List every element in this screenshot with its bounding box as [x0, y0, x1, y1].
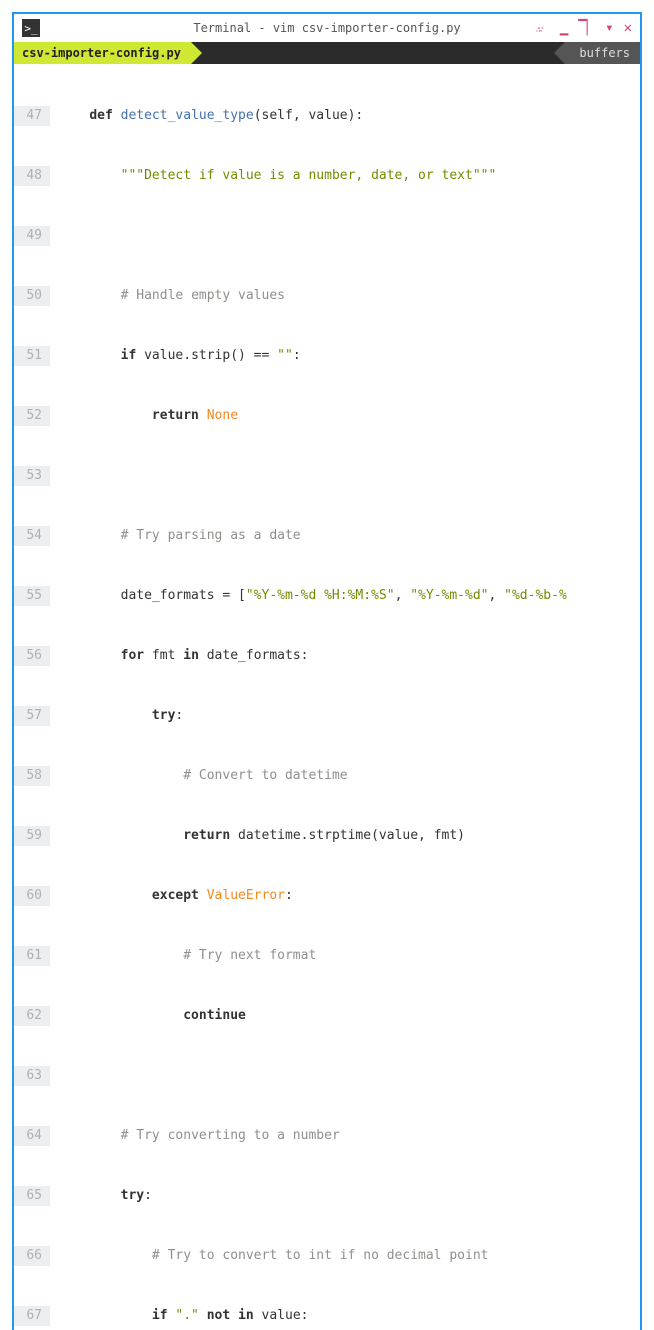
- line-number: 64: [14, 1126, 50, 1146]
- code-line: 47 def detect_value_type(self, value):: [14, 106, 640, 126]
- titlebar: >_ Terminal - vim csv-importer-config.py…: [14, 14, 640, 42]
- line-number: 52: [14, 406, 50, 426]
- tab-active-file[interactable]: csv-importer-config.py: [14, 42, 191, 64]
- line-number: 57: [14, 706, 50, 726]
- code-line: 57 try:: [14, 706, 640, 726]
- line-number: 66: [14, 1246, 50, 1266]
- line-number: 59: [14, 826, 50, 846]
- line-number: 65: [14, 1186, 50, 1206]
- line-number: 56: [14, 646, 50, 666]
- editor-viewport[interactable]: 47 def detect_value_type(self, value): 4…: [14, 64, 640, 1330]
- code-line: 62 continue: [14, 1006, 640, 1026]
- code-line: 59 return datetime.strptime(value, fmt): [14, 826, 640, 846]
- tab-buffers-label[interactable]: buffers: [565, 42, 640, 64]
- line-number: 51: [14, 346, 50, 366]
- code-line: 50 # Handle empty values: [14, 286, 640, 306]
- line-number: 63: [14, 1066, 50, 1086]
- code-line: 67 if "." not in value:: [14, 1306, 640, 1326]
- code-line: 56 for fmt in date_formats:: [14, 646, 640, 666]
- line-number: 50: [14, 286, 50, 306]
- window-move-icon[interactable]: ∴∵: [536, 20, 550, 36]
- code-line: 61 # Try next format: [14, 946, 640, 966]
- line-number: 48: [14, 166, 50, 186]
- line-number: 49: [14, 226, 50, 246]
- window-controls: ∴∵ ▁ ▔▏ ▾ ✕: [536, 20, 632, 36]
- minimize-button[interactable]: ▁: [560, 20, 568, 36]
- line-number: 53: [14, 466, 50, 486]
- code-line: 54 # Try parsing as a date: [14, 526, 640, 546]
- vim-tabline: csv-importer-config.py buffers: [14, 42, 640, 64]
- line-number: 60: [14, 886, 50, 906]
- code-line: 60 except ValueError:: [14, 886, 640, 906]
- code-line: 49: [14, 226, 640, 246]
- line-number: 62: [14, 1006, 50, 1026]
- code-line: 63: [14, 1066, 640, 1086]
- code-line: 48 """Detect if value is a number, date,…: [14, 166, 640, 186]
- line-number: 55: [14, 586, 50, 606]
- tabline-spacer: [191, 42, 565, 64]
- line-number: 47: [14, 106, 50, 126]
- code-line: 64 # Try converting to a number: [14, 1126, 640, 1146]
- code-line: 58 # Convert to datetime: [14, 766, 640, 786]
- code-line: 65 try:: [14, 1186, 640, 1206]
- line-number: 61: [14, 946, 50, 966]
- code-line: 66 # Try to convert to int if no decimal…: [14, 1246, 640, 1266]
- line-number: 58: [14, 766, 50, 786]
- terminal-app-icon: >_: [22, 19, 40, 37]
- line-number: 67: [14, 1306, 50, 1326]
- terminal-window: >_ Terminal - vim csv-importer-config.py…: [12, 12, 642, 1330]
- code-line: 53: [14, 466, 640, 486]
- shade-button[interactable]: ▾: [605, 20, 613, 36]
- close-button[interactable]: ✕: [624, 20, 632, 36]
- line-number: 54: [14, 526, 50, 546]
- maximize-button[interactable]: ▔▏: [578, 20, 595, 36]
- code-line: 52 return None: [14, 406, 640, 426]
- code-line: 55 date_formats = ["%Y-%m-%d %H:%M:%S", …: [14, 586, 640, 606]
- code-line: 51 if value.strip() == "":: [14, 346, 640, 366]
